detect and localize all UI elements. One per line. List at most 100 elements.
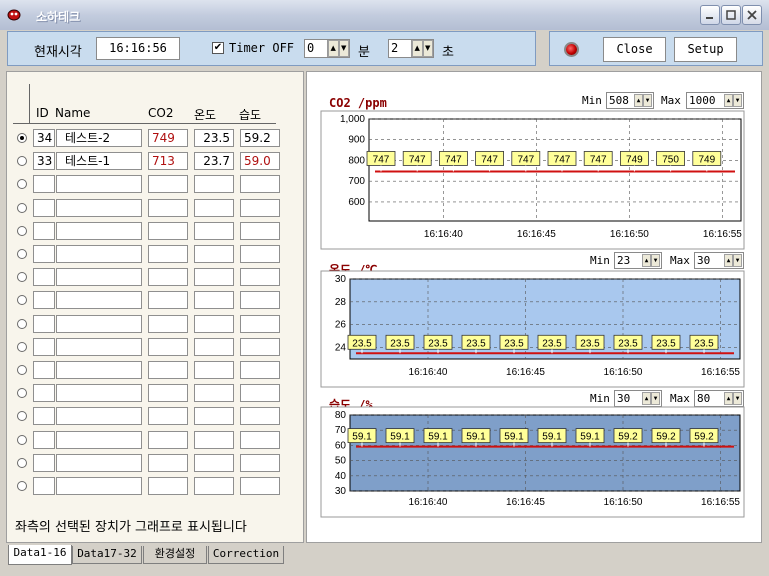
table-row[interactable] <box>7 245 303 263</box>
data-label-box <box>613 428 643 444</box>
row-select-radio[interactable] <box>17 225 27 236</box>
cell-temp <box>194 221 234 240</box>
maximize-button[interactable] <box>721 5 741 25</box>
row-select-radio[interactable] <box>17 179 27 190</box>
table-row[interactable] <box>7 430 303 449</box>
close-button[interactable]: Close <box>603 37 666 62</box>
table-row[interactable] <box>7 361 303 379</box>
cell-id <box>33 337 55 356</box>
row-select-radio[interactable] <box>17 388 27 399</box>
table-row[interactable] <box>7 268 303 287</box>
row-select-radio[interactable] <box>17 318 27 329</box>
y-tick-label: 700 <box>348 176 365 187</box>
table-row[interactable] <box>7 198 303 217</box>
row-select-radio[interactable] <box>17 481 27 491</box>
table-row[interactable] <box>7 477 303 495</box>
data-label: 59.2 <box>694 432 714 443</box>
data-label-box <box>656 151 686 166</box>
min-input[interactable]: 23 ▲ ▼ <box>614 252 662 269</box>
x-tick-label: 16:16:50 <box>604 367 643 378</box>
data-label-box <box>385 428 415 444</box>
range-up-icon[interactable]: ▲ <box>724 392 733 405</box>
data-label-box <box>423 334 453 350</box>
cell-hum <box>240 221 280 240</box>
table-row[interactable] <box>7 407 303 426</box>
cell-temp <box>194 291 234 310</box>
x-tick-label: 16:16:55 <box>701 367 740 378</box>
range-down-icon[interactable]: ▼ <box>733 392 742 405</box>
title-bar: 소하테크 <box>0 0 769 30</box>
stepper-down-icon[interactable]: ▼ <box>338 40 349 57</box>
data-label-box <box>347 428 377 444</box>
data-label: 747 <box>481 154 498 165</box>
data-label: 747 <box>445 154 462 165</box>
seconds-stepper[interactable]: 2 ▲ ▼ <box>388 39 434 58</box>
minimize-button[interactable] <box>700 5 720 25</box>
range-down-icon[interactable]: ▼ <box>651 392 660 405</box>
minutes-stepper[interactable]: 0 ▲ ▼ <box>304 39 350 58</box>
row-select-radio[interactable] <box>17 365 27 375</box>
row-select-radio[interactable] <box>17 411 27 422</box>
row-select-radio[interactable] <box>17 156 27 167</box>
row-select-radio[interactable] <box>17 202 27 213</box>
cell-temp <box>194 245 234 263</box>
minutes-value: 0 <box>307 41 315 55</box>
range-up-icon[interactable]: ▲ <box>724 94 733 107</box>
min-input[interactable]: 30 ▲ ▼ <box>614 390 662 407</box>
table-row[interactable] <box>7 384 303 403</box>
max-input[interactable]: 30 ▲ ▼ <box>694 252 744 269</box>
range-down-icon[interactable]: ▼ <box>733 254 742 267</box>
tab-2[interactable]: 환경설정 <box>143 546 207 564</box>
range-down-icon[interactable]: ▼ <box>733 94 742 107</box>
data-label-box <box>347 334 377 350</box>
min-input[interactable]: 508 ▲ ▼ <box>606 92 654 109</box>
row-select-radio[interactable] <box>17 457 27 468</box>
clock-panel: 현재시각 16:16:56 ✔ Timer OFF 0 ▲ ▼ 분 2 ▲ ▼ 초 <box>7 31 536 66</box>
row-select-radio[interactable] <box>17 434 27 445</box>
tab-3[interactable]: Correction <box>208 546 284 564</box>
range-up-icon[interactable]: ▲ <box>724 254 733 267</box>
row-select-radio[interactable] <box>17 272 27 283</box>
cell-name <box>56 337 142 356</box>
cell-id <box>33 245 55 263</box>
row-select-radio[interactable] <box>17 341 27 352</box>
cell-hum <box>240 175 280 194</box>
stepper-down-icon[interactable]: ▼ <box>422 40 433 57</box>
table-row[interactable]: 34 테스트-2 749 23.5 59.2 <box>7 129 303 147</box>
cell-temp: 23.7 <box>194 152 234 171</box>
x-tick-label: 16:16:45 <box>506 497 545 508</box>
data-label-box <box>547 151 577 166</box>
timer-checkbox[interactable]: ✔ <box>212 42 224 54</box>
table-row[interactable]: 33 테스트-1 713 23.7 59.0 <box>7 152 303 171</box>
tab-1[interactable]: Data17-32 <box>72 546 142 564</box>
row-select-radio[interactable] <box>17 295 27 306</box>
window-close-button[interactable] <box>742 5 762 25</box>
table-row[interactable] <box>7 291 303 310</box>
cell-hum <box>240 430 280 449</box>
range-up-icon[interactable]: ▲ <box>642 254 651 267</box>
range-down-icon[interactable]: ▼ <box>643 94 652 107</box>
data-label-box <box>402 151 432 166</box>
max-input[interactable]: 1000 ▲ ▼ <box>686 92 744 109</box>
max-input[interactable]: 80 ▲ ▼ <box>694 390 744 407</box>
table-row[interactable] <box>7 221 303 240</box>
table-row[interactable] <box>7 337 303 356</box>
data-label-box <box>438 151 468 166</box>
stepper-up-icon[interactable]: ▲ <box>412 40 423 57</box>
data-label-box <box>689 428 719 444</box>
range-down-icon[interactable]: ▼ <box>651 254 660 267</box>
row-select-radio[interactable] <box>17 133 27 143</box>
stepper-up-icon[interactable]: ▲ <box>328 40 339 57</box>
status-led-icon <box>566 44 577 55</box>
y-tick-label: 70 <box>335 425 347 436</box>
x-tick-label: 16:16:40 <box>409 367 448 378</box>
row-select-radio[interactable] <box>17 249 27 259</box>
table-row[interactable] <box>7 314 303 333</box>
setup-button[interactable]: Setup <box>674 37 737 62</box>
table-row[interactable] <box>7 453 303 472</box>
tab-0[interactable]: Data1-16 <box>8 545 72 565</box>
table-row[interactable] <box>7 175 303 194</box>
range-up-icon[interactable]: ▲ <box>642 392 651 405</box>
range-up-icon[interactable]: ▲ <box>634 94 643 107</box>
data-label: 23.5 <box>580 338 600 349</box>
